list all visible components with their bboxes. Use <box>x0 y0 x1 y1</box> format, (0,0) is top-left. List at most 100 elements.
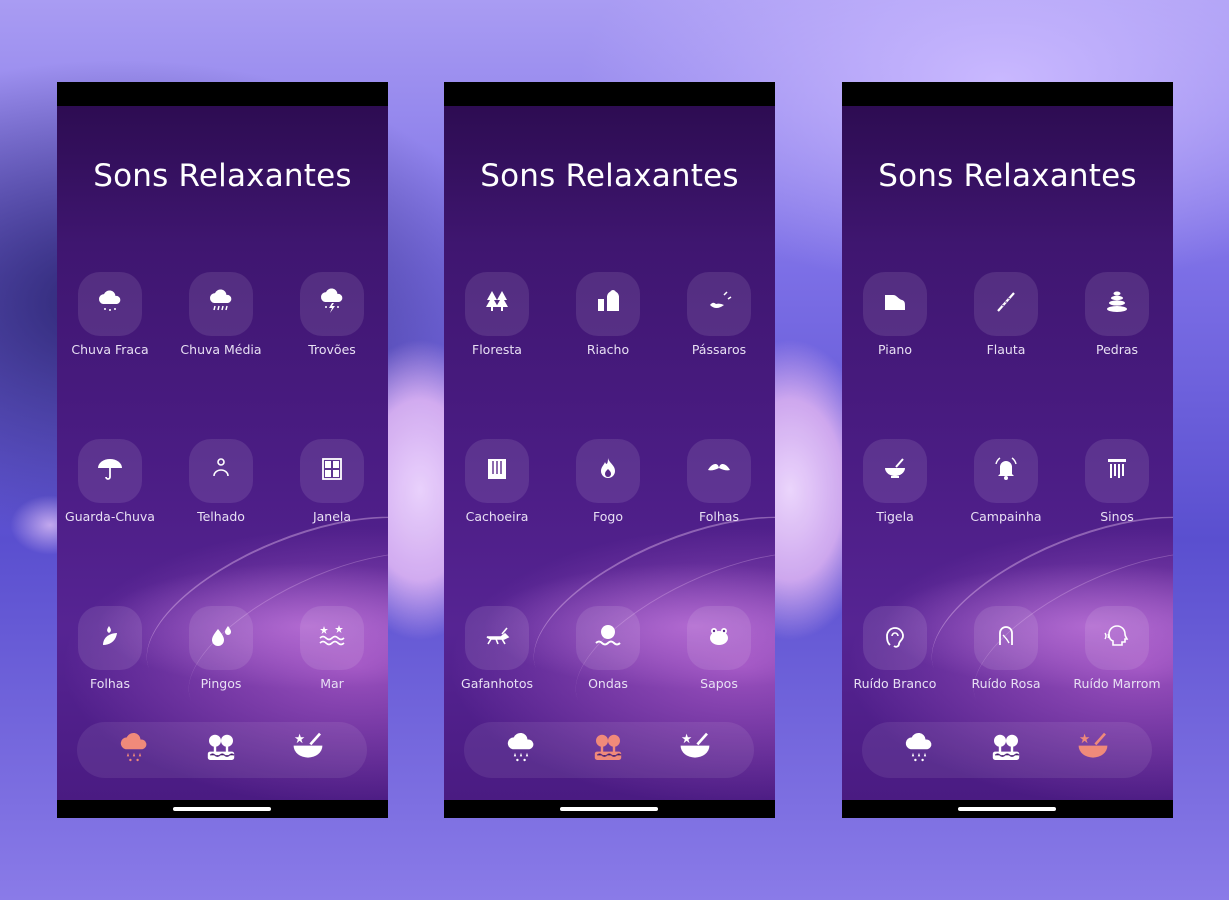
sound-button[interactable] <box>300 272 364 336</box>
home-indicator[interactable] <box>560 807 658 811</box>
sound-label: Mar <box>320 676 344 691</box>
sound-button[interactable] <box>576 272 640 336</box>
sound-tile[interactable]: Pássaros <box>664 272 774 357</box>
sound-button[interactable] <box>974 439 1038 503</box>
sound-tile[interactable]: Folhas <box>664 439 774 524</box>
sound-tile[interactable]: Pedras <box>1062 272 1172 357</box>
bottom-nav <box>77 722 367 778</box>
sound-tile[interactable]: Mar <box>277 606 387 691</box>
meditation-category-icon <box>677 730 713 770</box>
fire-icon <box>593 454 623 488</box>
sound-label: Chuva Fraca <box>71 342 149 357</box>
sound-tile[interactable]: Guarda-Chuva <box>57 439 165 524</box>
sound-label: Piano <box>878 342 912 357</box>
sound-button[interactable] <box>974 606 1038 670</box>
sound-tile[interactable]: Gafanhotos <box>444 606 552 691</box>
sound-button[interactable] <box>78 439 142 503</box>
home-indicator[interactable] <box>173 807 271 811</box>
rain-category-icon <box>116 730 152 770</box>
droplets-icon <box>206 621 236 655</box>
sound-tile[interactable]: Campainha <box>951 439 1061 524</box>
sound-tile[interactable]: Sapos <box>664 606 774 691</box>
sound-tile[interactable]: Janela <box>277 439 387 524</box>
window-icon <box>317 454 347 488</box>
sound-tile[interactable]: Folhas <box>57 606 165 691</box>
sound-button[interactable] <box>687 439 751 503</box>
sound-tile[interactable]: Piano <box>842 272 950 357</box>
sound-tile[interactable]: Sinos <box>1062 439 1172 524</box>
sound-button[interactable] <box>465 272 529 336</box>
sound-button[interactable] <box>78 606 142 670</box>
app-screen: Sons Relaxantes Piano Flauta Pedras Tigela Ca… <box>842 106 1173 800</box>
sound-label: Trovões <box>308 342 356 357</box>
sound-label: Ruído Branco <box>853 676 937 691</box>
sound-tile[interactable]: Ondas <box>553 606 663 691</box>
home-indicator[interactable] <box>958 807 1056 811</box>
sound-tile[interactable]: Fogo <box>553 439 663 524</box>
sound-label: Ruído Marrom <box>1073 676 1161 691</box>
birds-icon <box>704 287 734 321</box>
sound-button[interactable] <box>300 606 364 670</box>
sound-button[interactable] <box>189 272 253 336</box>
sound-button[interactable] <box>1085 439 1149 503</box>
sound-label: Janela <box>312 509 352 524</box>
sound-tile[interactable]: Pingos <box>166 606 276 691</box>
thunderstorm-icon <box>317 287 347 321</box>
sound-tile[interactable]: Trovões <box>277 272 387 357</box>
sound-tile[interactable]: Ruído Marrom <box>1062 606 1172 691</box>
sound-button[interactable] <box>863 272 927 336</box>
sound-label: Chuva Média <box>180 342 262 357</box>
nav-tab-0[interactable] <box>114 730 154 770</box>
sound-label: Telhado <box>197 509 245 524</box>
nav-tab-1[interactable] <box>986 730 1026 770</box>
sound-button[interactable] <box>576 439 640 503</box>
app-title: Sons Relaxantes <box>93 158 352 194</box>
sound-tile[interactable]: Cachoeira <box>444 439 552 524</box>
sound-button[interactable] <box>78 272 142 336</box>
phone-screenshot: Sons Relaxantes Floresta Riacho Pássaros Cac… <box>444 82 775 818</box>
nav-tab-1[interactable] <box>201 730 241 770</box>
sound-label: Ruído Rosa <box>971 676 1041 691</box>
sound-tile[interactable]: Flauta <box>951 272 1061 357</box>
sound-tile[interactable]: Ruído Branco <box>842 606 950 691</box>
sound-button[interactable] <box>863 439 927 503</box>
sound-tile[interactable]: Chuva Fraca <box>57 272 165 357</box>
sound-tile[interactable]: Floresta <box>444 272 552 357</box>
nav-tab-1[interactable] <box>588 730 628 770</box>
sound-button[interactable] <box>974 272 1038 336</box>
waves-icon <box>593 621 623 655</box>
sound-tile[interactable]: Riacho <box>553 272 663 357</box>
sound-button[interactable] <box>687 606 751 670</box>
sound-tile[interactable]: Telhado <box>166 439 276 524</box>
nav-tab-0[interactable] <box>899 730 939 770</box>
sound-tile[interactable]: Ruído Rosa <box>951 606 1061 691</box>
sound-button[interactable] <box>1085 606 1149 670</box>
rain-category-icon <box>901 730 937 770</box>
nav-tab-2[interactable] <box>675 730 715 770</box>
sound-label: Ondas <box>588 676 628 691</box>
ear-pink-noise-icon <box>991 621 1021 655</box>
sound-tile[interactable]: Tigela <box>842 439 950 524</box>
meditation-category-icon <box>290 730 326 770</box>
stream-icon <box>593 287 623 321</box>
ear-white-noise-icon <box>880 621 910 655</box>
sound-label: Pássaros <box>691 342 747 357</box>
nav-tab-2[interactable] <box>1073 730 1113 770</box>
sound-label: Guarda-Chuva <box>65 509 155 524</box>
sound-button[interactable] <box>1085 272 1149 336</box>
sound-button[interactable] <box>189 606 253 670</box>
sound-button[interactable] <box>687 272 751 336</box>
nav-tab-2[interactable] <box>288 730 328 770</box>
nav-tab-0[interactable] <box>501 730 541 770</box>
sound-button[interactable] <box>300 439 364 503</box>
sound-button[interactable] <box>465 606 529 670</box>
waterfall-icon <box>482 454 512 488</box>
cloud-rain-light-icon <box>95 287 125 321</box>
sound-button[interactable] <box>576 606 640 670</box>
sound-tile[interactable]: Chuva Média <box>166 272 276 357</box>
sound-button[interactable] <box>465 439 529 503</box>
app-screen: Sons Relaxantes Chuva Fraca Chuva Média Tro… <box>57 106 388 800</box>
sound-button[interactable] <box>189 439 253 503</box>
app-title: Sons Relaxantes <box>878 158 1137 194</box>
sound-button[interactable] <box>863 606 927 670</box>
